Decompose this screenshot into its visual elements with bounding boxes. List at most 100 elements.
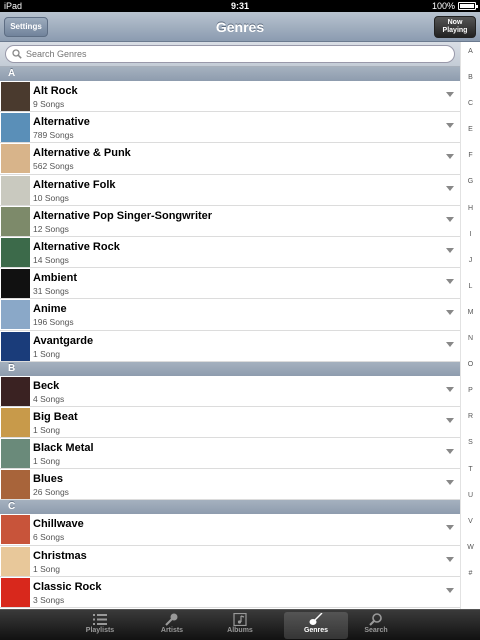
genre-row[interactable]: Alternative 789 Songs — [0, 112, 460, 144]
album-art — [1, 376, 30, 406]
index-letter[interactable]: L — [461, 283, 480, 290]
genre-song-count: 196 Songs — [33, 317, 74, 328]
genre-title: Big Beat — [33, 410, 78, 423]
chevron-down-icon[interactable] — [446, 587, 454, 594]
album-art — [1, 407, 30, 437]
genre-song-count: 9 Songs — [33, 99, 65, 109]
genre-title: Black Metal — [33, 442, 94, 455]
index-letter[interactable]: I — [461, 231, 480, 238]
genre-row[interactable]: Black Metal 1 Song — [0, 438, 460, 470]
chevron-down-icon[interactable] — [446, 449, 454, 455]
album-art — [1, 144, 30, 174]
genre-song-count: 3 Songs — [33, 594, 65, 605]
tab-search[interactable]: Search — [344, 612, 408, 639]
chevron-down-icon[interactable] — [446, 386, 454, 393]
index-letter[interactable]: J — [461, 257, 480, 264]
section-index[interactable]: A B C E F G H I J L M N O P R S T U V W # — [460, 42, 480, 609]
index-letter[interactable]: F — [461, 152, 480, 159]
index-letter[interactable]: E — [461, 126, 480, 133]
genre-title: Classic Rock — [33, 580, 102, 593]
index-letter[interactable]: M — [461, 309, 480, 316]
tab-label: Playlists — [85, 627, 115, 634]
genre-title: Blues — [33, 473, 63, 486]
genre-list[interactable]: A Alt Rock 9 Songs Alternative 789 Songs Alte… — [0, 67, 460, 608]
genre-row[interactable]: Ambient 31 Songs — [0, 268, 460, 300]
tab-artists[interactable]: Artists — [140, 612, 204, 639]
index-letter[interactable]: R — [461, 413, 480, 420]
index-letter[interactable]: H — [461, 205, 480, 212]
chevron-down-icon[interactable] — [446, 525, 454, 531]
genre-title: Alternative & Punk — [33, 147, 131, 160]
genre-row[interactable]: Chillwave 6 Songs — [0, 514, 460, 546]
genre-title: Alternative — [33, 116, 90, 129]
genre-row[interactable]: Anime 196 Songs — [0, 299, 460, 331]
now-playing-button[interactable]: Now Playing — [434, 16, 476, 38]
chevron-down-icon[interactable] — [446, 185, 454, 192]
index-letter[interactable]: P — [461, 387, 480, 394]
album-art — [1, 206, 30, 236]
album-art — [1, 175, 30, 205]
genre-row[interactable]: Big Beat 1 Song — [0, 406, 460, 439]
page-title: Genres — [215, 19, 265, 35]
genre-row[interactable]: Alternative Pop Singer-Songwriter 12 Song… — [0, 205, 460, 237]
tab-label: Search — [364, 627, 388, 634]
chevron-down-icon[interactable] — [446, 480, 454, 486]
index-letter[interactable]: W — [461, 544, 480, 551]
tab-genres[interactable]: Genres — [284, 612, 348, 639]
index-letter[interactable]: V — [461, 518, 480, 525]
index-letter[interactable]: G — [461, 178, 480, 185]
search-field[interactable] — [5, 45, 455, 63]
index-letter[interactable]: C — [461, 100, 480, 107]
search-bar — [0, 42, 460, 67]
album-art — [1, 577, 30, 607]
index-letter[interactable]: N — [461, 335, 480, 342]
genre-row[interactable]: Christmas 1 Song — [0, 545, 460, 577]
genre-title: Alt Rock — [33, 85, 78, 97]
tab-label: Albums — [227, 627, 253, 634]
chevron-down-icon[interactable] — [446, 279, 454, 285]
index-letter[interactable]: T — [461, 466, 480, 473]
tab-playlists[interactable]: Playlists — [68, 612, 132, 639]
tab-label: Artists — [160, 627, 184, 634]
genre-song-count: 789 Songs — [33, 130, 74, 141]
section-header: C — [0, 500, 460, 515]
album-art — [1, 82, 30, 111]
genre-song-count: 4 Songs — [33, 393, 65, 404]
chevron-down-icon[interactable] — [446, 123, 454, 129]
chevron-down-icon[interactable] — [446, 216, 454, 223]
chevron-down-icon[interactable] — [446, 417, 454, 424]
index-letter[interactable]: S — [461, 439, 480, 446]
genre-row[interactable]: Alternative & Punk 562 Songs — [0, 143, 460, 175]
chevron-down-icon[interactable] — [446, 556, 454, 563]
genre-song-count: 1 Song — [33, 348, 60, 359]
now-playing-label-line1: Now — [447, 19, 463, 26]
chevron-down-icon[interactable] — [446, 92, 454, 98]
index-letter[interactable]: O — [461, 361, 480, 368]
index-letter[interactable]: B — [461, 74, 480, 81]
genre-row[interactable]: Alternative Rock 14 Songs — [0, 236, 460, 269]
genre-row[interactable]: Classic Rock 3 Songs — [0, 576, 460, 608]
search-input[interactable] — [26, 46, 446, 62]
index-letter[interactable]: # — [461, 570, 480, 577]
navigation-bar: Settings Genres Now Playing — [0, 12, 480, 42]
chevron-down-icon[interactable] — [446, 341, 454, 348]
chevron-down-icon[interactable] — [446, 310, 454, 316]
section-header: A — [0, 67, 460, 81]
genre-title: Avantgarde — [33, 334, 94, 347]
status-time: 9:31 — [230, 1, 249, 11]
index-letter[interactable]: A — [461, 48, 480, 55]
genre-row[interactable]: Alternative Folk 10 Songs — [0, 174, 460, 206]
tab-bar: Playlists Artists Albums Genres Search — [0, 609, 480, 640]
genre-row[interactable]: Blues 26 Songs — [0, 469, 460, 501]
genre-row[interactable]: Avantgarde 1 Song — [0, 330, 460, 362]
genre-row[interactable]: Alt Rock 9 Songs — [0, 81, 460, 113]
genre-row[interactable]: Beck 4 Songs — [0, 375, 460, 407]
microphone-icon — [140, 613, 204, 626]
index-letter[interactable]: U — [461, 492, 480, 499]
album-art — [1, 331, 30, 361]
tab-albums[interactable]: Albums — [208, 612, 272, 639]
chevron-down-icon[interactable] — [446, 247, 454, 254]
chevron-down-icon[interactable] — [446, 154, 454, 160]
genre-song-count: 1 Song — [33, 456, 60, 467]
album-art — [1, 269, 30, 299]
